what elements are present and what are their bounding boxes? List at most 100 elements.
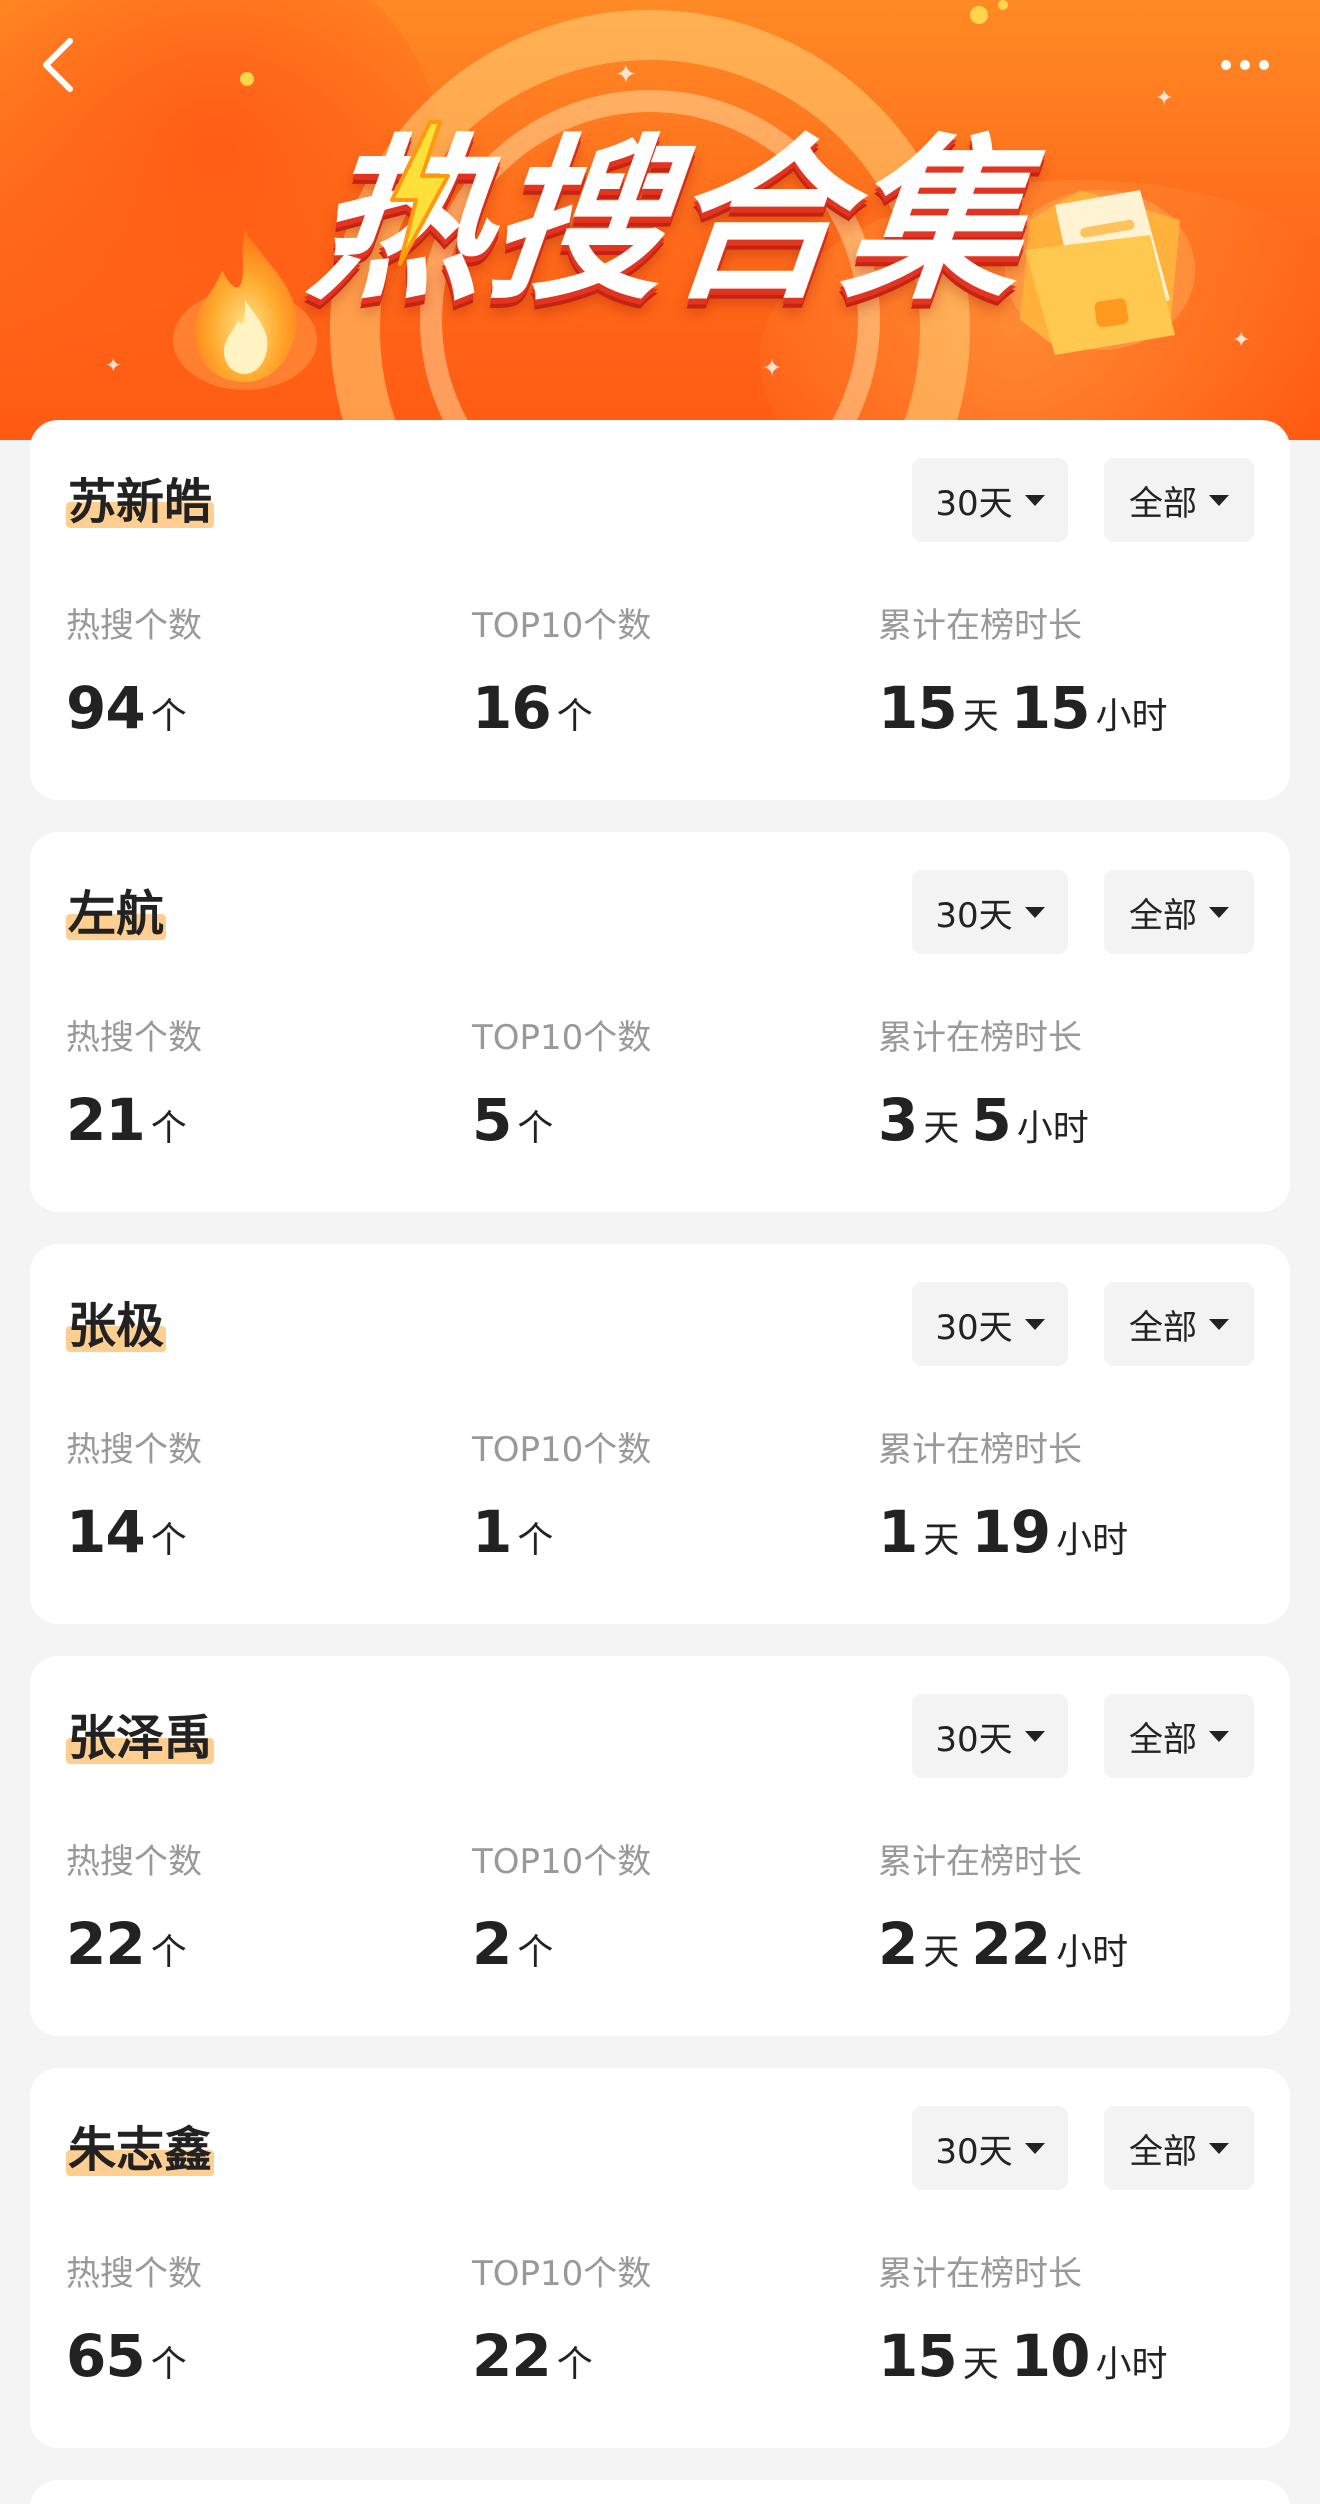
- unit-label: 个: [556, 696, 593, 737]
- header-banner: ✦ ✦ ✦ ✦ ✦ 热搜合集: [0, 0, 1320, 440]
- duration-days-value: 15: [878, 674, 958, 742]
- caret-down-icon: [1024, 2142, 1045, 2154]
- stat-hot-count: 热搜个数 14 个: [66, 1430, 202, 1579]
- scope-dropdown-label: 全部: [1129, 483, 1197, 524]
- stat-value: 22 个: [66, 1912, 202, 1991]
- duration-hours-value: 15: [1010, 674, 1091, 742]
- unit-label: 个: [150, 1108, 187, 1149]
- more-button[interactable]: [1200, 40, 1290, 90]
- stat-value: 21 个: [66, 1088, 202, 1167]
- stat-label: 热搜个数: [66, 1842, 202, 1882]
- period-dropdown-label: 30天: [935, 2131, 1013, 2172]
- person-name-wrap: 左航: [66, 884, 167, 944]
- unit-label: 小时: [1095, 696, 1168, 737]
- scope-dropdown[interactable]: 全部: [1104, 870, 1254, 954]
- stat-duration: 累计在榜时长 1 天 19 小时: [878, 1430, 1140, 1579]
- stat-label: 热搜个数: [66, 606, 202, 646]
- period-dropdown-label: 30天: [935, 1719, 1013, 1760]
- hot-count-value: 94: [66, 674, 146, 742]
- unit-label: 个: [556, 2344, 593, 2385]
- period-dropdown[interactable]: 30天: [912, 1282, 1068, 1366]
- sparkle-icon: ✦: [762, 354, 783, 382]
- caret-down-icon: [1024, 1318, 1045, 1330]
- period-dropdown-label: 30天: [935, 895, 1013, 936]
- unit-label: 天: [962, 2344, 999, 2385]
- stats-card: 苏新皓 30天 全部 热搜个数 94 个 TOP10个数 16 个 累计在榜时长 1…: [30, 420, 1290, 800]
- unit-label: 个: [517, 1520, 554, 1561]
- period-dropdown[interactable]: 30天: [912, 2106, 1068, 2190]
- stat-value: 2个: [472, 1912, 651, 1991]
- stat-hot-count: 热搜个数 65 个: [66, 2254, 202, 2403]
- stat-top10-count: TOP10个数 16 个: [472, 606, 651, 755]
- sparkle-icon: ✦: [1232, 328, 1251, 353]
- stats-card: 张泽禹 30天 全部 热搜个数 22 个 TOP10个数 2个 累计在榜时长 2天…: [30, 1656, 1290, 2036]
- caret-down-icon: [1209, 2142, 1229, 2154]
- person-name[interactable]: 朱志鑫: [66, 2120, 214, 2180]
- stat-label: TOP10个数: [472, 1430, 652, 1470]
- stats-card: 朱志鑫 30天 全部 热搜个数 65 个 TOP10个数 22 个 累计在榜时长 1…: [30, 2068, 1290, 2448]
- period-dropdown[interactable]: 30天: [912, 870, 1068, 954]
- scope-dropdown[interactable]: 全部: [1104, 1282, 1254, 1366]
- stat-duration: 累计在榜时长 15 天 10 小时: [878, 2254, 1179, 2403]
- duration-days-value: 1: [878, 1498, 918, 1566]
- caret-down-icon: [1024, 494, 1045, 506]
- hot-count-value: 65: [66, 2322, 146, 2390]
- stat-duration: 累计在榜时长 15 天 15 小时: [878, 606, 1179, 755]
- period-dropdown[interactable]: 30天: [912, 458, 1068, 542]
- hot-count-value: 22: [66, 1910, 146, 1978]
- stat-value: 94 个: [66, 676, 202, 755]
- stat-value: 2 天 22 小时: [878, 1912, 1140, 1991]
- stat-label: 热搜个数: [66, 1430, 202, 1470]
- duration-days-value: 15: [878, 2322, 958, 2390]
- stat-top10-count: TOP10个数 5个: [472, 1018, 651, 1167]
- stat-label: 累计在榜时长: [878, 1430, 1082, 1470]
- more-dot: [1240, 60, 1250, 70]
- stats-card: 左航 30天 全部 热搜个数 21 个 TOP10个数 5个 累计在榜时长 3天5…: [30, 832, 1290, 1212]
- stat-top10-count: TOP10个数 2个: [472, 1842, 651, 1991]
- stat-label: 热搜个数: [66, 2254, 202, 2294]
- back-button[interactable]: [28, 30, 88, 100]
- stat-value: 3 天 5 小时: [878, 1088, 1101, 1167]
- unit-label: 小时: [1056, 1520, 1129, 1561]
- person-name[interactable]: 苏新皓: [66, 472, 214, 532]
- unit-label: 个: [150, 1520, 187, 1561]
- stat-label: TOP10个数: [472, 2254, 652, 2294]
- stat-value: 15 天 10 小时: [878, 2324, 1179, 2403]
- scope-dropdown[interactable]: 全部: [1104, 1694, 1254, 1778]
- unit-label: 天: [923, 1932, 960, 1973]
- unit-label: 个: [517, 1108, 554, 1149]
- stat-label: 热搜个数: [66, 1018, 202, 1058]
- person-name-wrap: 苏新皓: [66, 472, 215, 532]
- unit-label: 个: [517, 1932, 554, 1973]
- top10-count-value: 1: [472, 1498, 512, 1566]
- person-name[interactable]: 张泽禹: [66, 1708, 214, 1768]
- person-name[interactable]: 张极: [66, 1296, 166, 1356]
- caret-down-icon: [1209, 1318, 1229, 1330]
- scope-dropdown-label: 全部: [1129, 895, 1197, 936]
- sparkle-dot: [998, 0, 1008, 10]
- stat-top10-count: TOP10个数 1个: [472, 1430, 651, 1579]
- sparkle-icon: ✦: [1155, 86, 1174, 111]
- person-name-wrap: 张泽禹: [66, 1708, 215, 1768]
- scope-dropdown-label: 全部: [1129, 2131, 1197, 2172]
- hot-count-value: 14: [66, 1498, 146, 1566]
- duration-days-value: 2: [878, 1910, 918, 1978]
- stat-label: 累计在榜时长: [878, 1842, 1082, 1882]
- unit-label: 小时: [1056, 1932, 1129, 1973]
- unit-label: 小时: [1095, 2344, 1168, 2385]
- scope-dropdown[interactable]: 全部: [1104, 2106, 1254, 2190]
- unit-label: 个: [150, 2344, 187, 2385]
- caret-down-icon: [1209, 1730, 1229, 1742]
- scope-dropdown[interactable]: 全部: [1104, 458, 1254, 542]
- stat-label: 累计在榜时长: [878, 2254, 1082, 2294]
- caret-down-icon: [1209, 494, 1229, 506]
- stats-card-partial: [30, 2480, 1290, 2504]
- period-dropdown[interactable]: 30天: [912, 1694, 1068, 1778]
- unit-label: 个: [150, 1932, 187, 1973]
- period-dropdown-label: 30天: [935, 1307, 1013, 1348]
- stat-duration: 累计在榜时长 3 天 5 小时: [878, 1018, 1101, 1167]
- unit-label: 天: [923, 1108, 960, 1149]
- person-name[interactable]: 左航: [66, 884, 166, 944]
- stats-card: 张极 30天 全部 热搜个数 14 个 TOP10个数 1个 累计在榜时长 1天1…: [30, 1244, 1290, 1624]
- scope-dropdown-label: 全部: [1129, 1719, 1197, 1760]
